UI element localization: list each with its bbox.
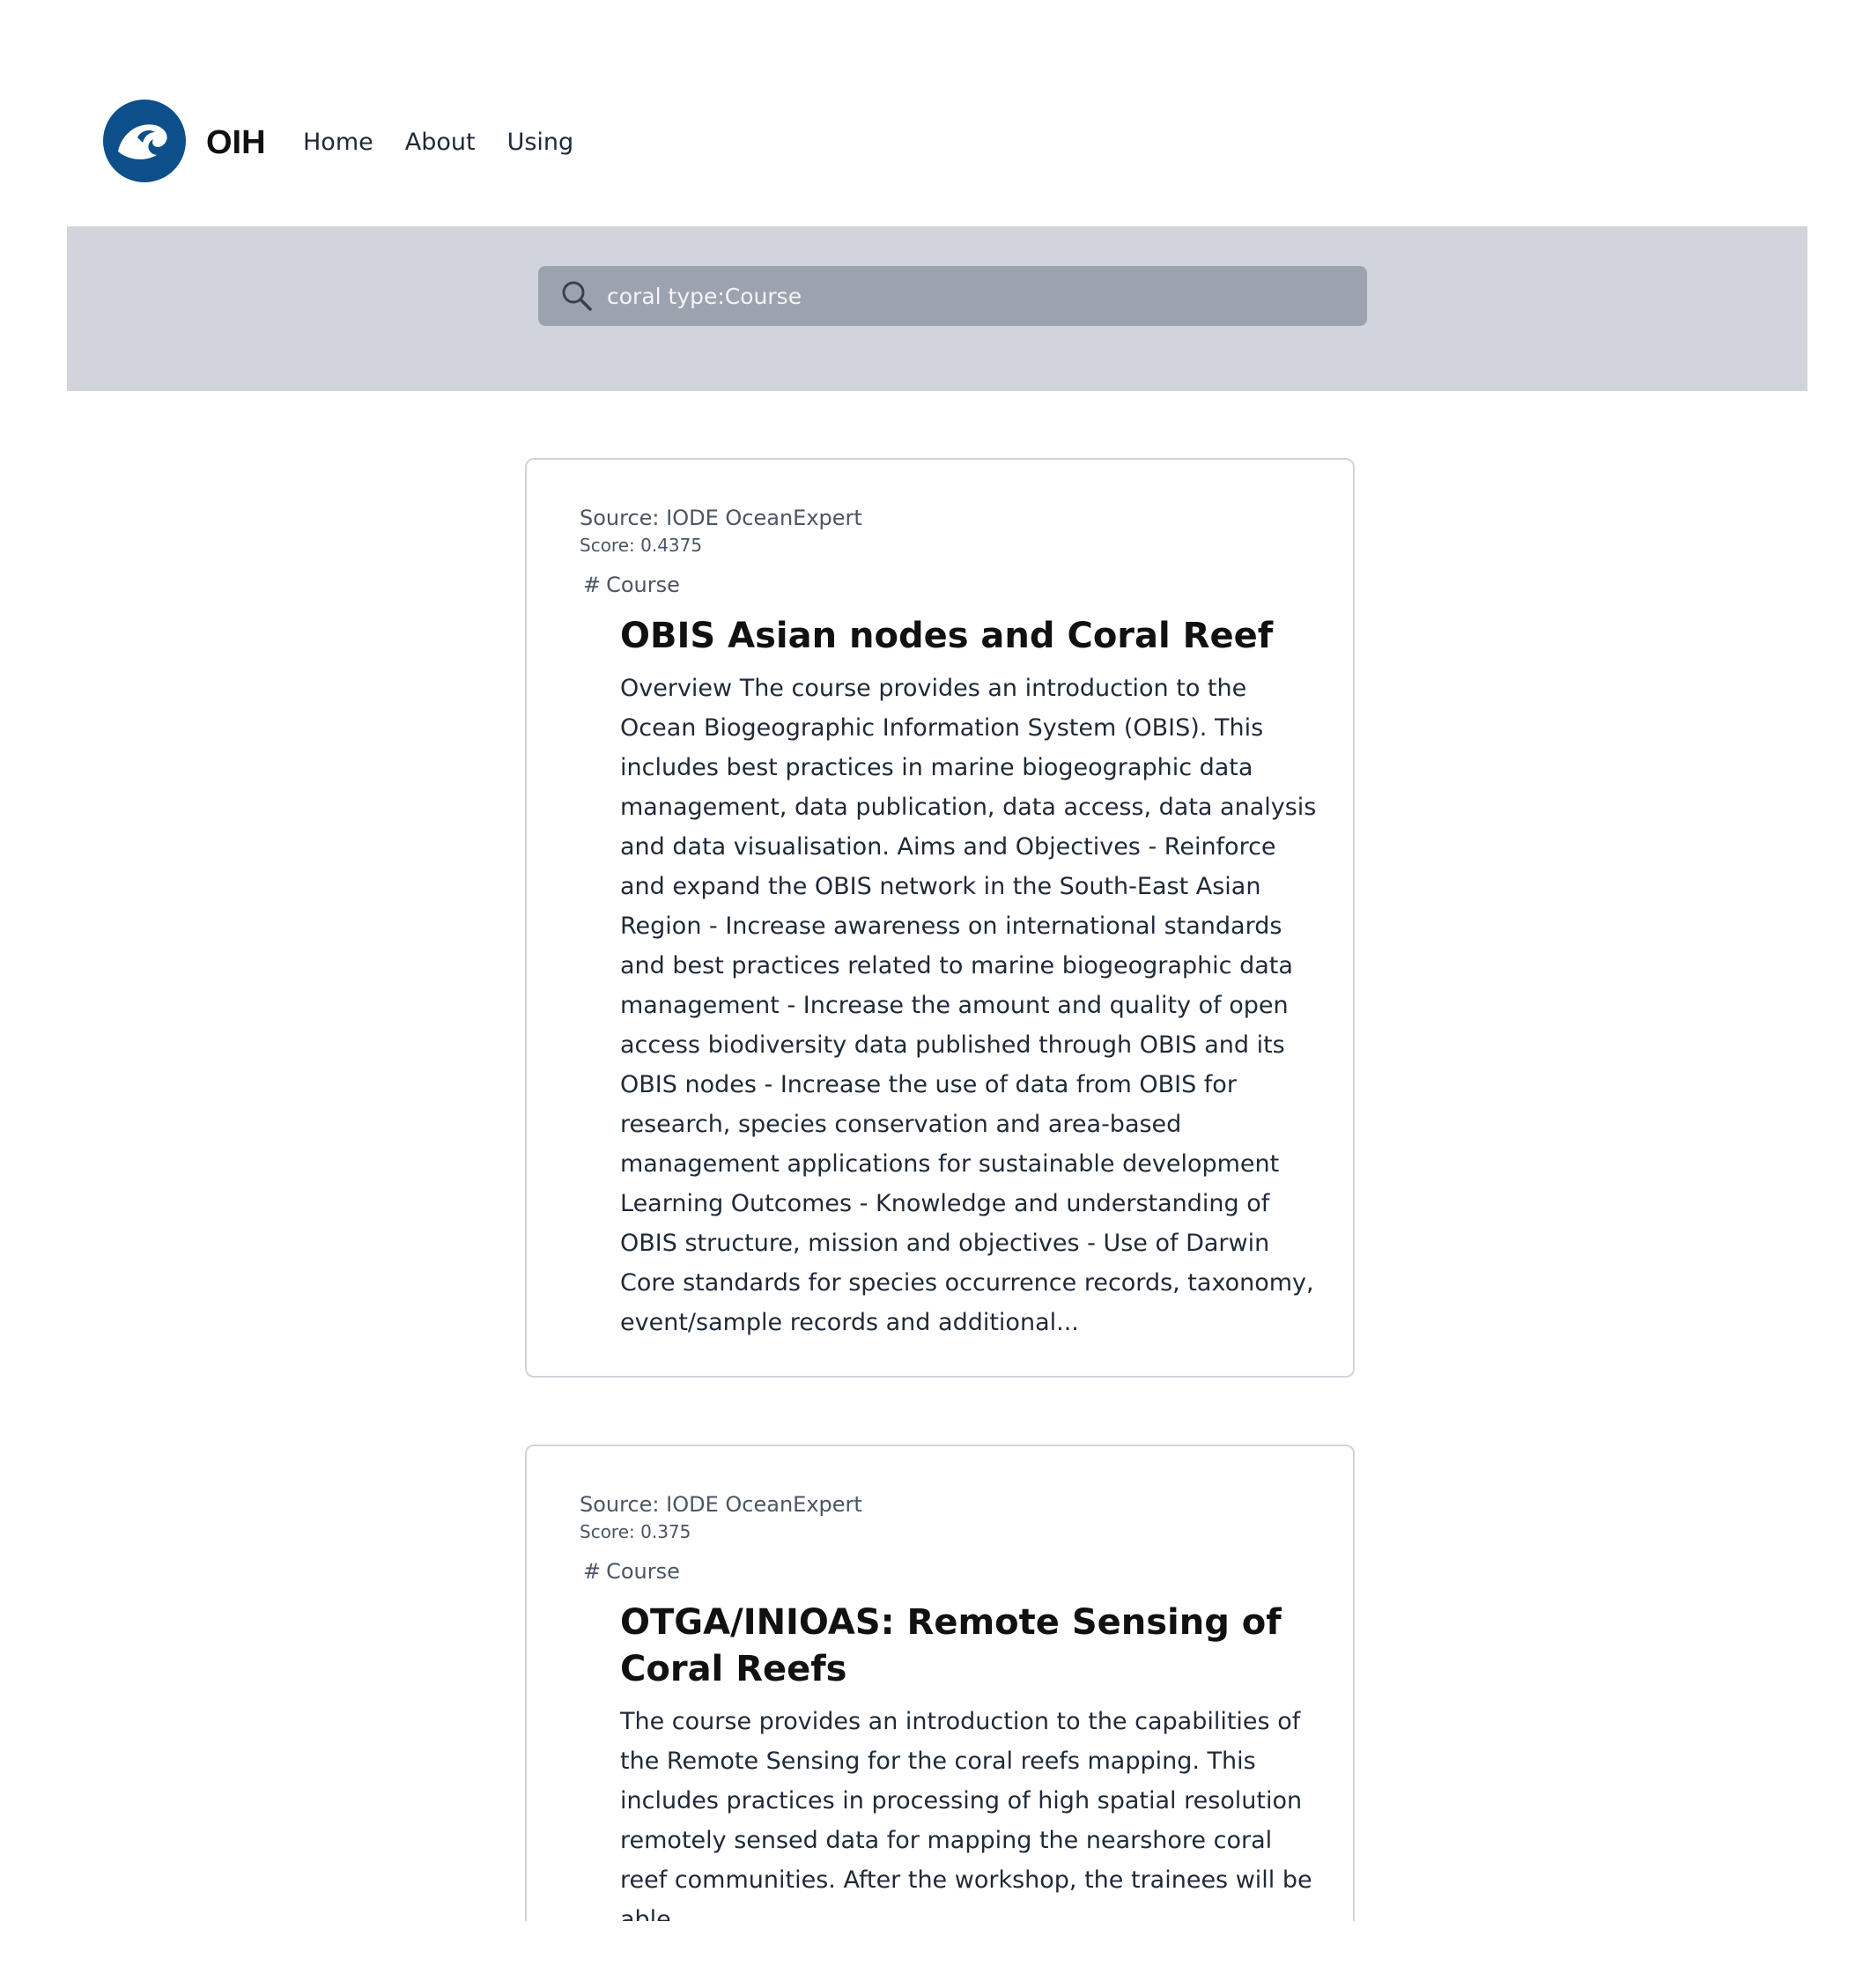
results-list: Source: IODE OceanExpert Score: 0.4375 #… bbox=[525, 458, 1355, 1988]
nav-about-link[interactable]: About bbox=[405, 127, 476, 159]
brand-name[interactable]: OIH bbox=[206, 122, 266, 164]
result-type-label: Course bbox=[606, 1559, 680, 1584]
result-body: OBIS Asian nodes and Coral Reef Overview… bbox=[580, 613, 1323, 1342]
search-band bbox=[67, 226, 1807, 391]
search-icon bbox=[559, 278, 595, 314]
result-source: Source: IODE OceanExpert bbox=[580, 1492, 862, 1517]
result-card[interactable]: Source: IODE OceanExpert Score: 0.375 # C… bbox=[525, 1445, 1355, 1921]
nav-using-link[interactable]: Using bbox=[507, 127, 574, 159]
result-type-label: Course bbox=[606, 573, 680, 597]
nav-home-link[interactable]: Home bbox=[303, 127, 373, 159]
result-body: OTGA/INIOAS: Remote Sensing of Coral Ree… bbox=[580, 1600, 1323, 1921]
site-header: OIH Home About Using bbox=[0, 0, 1870, 226]
hash-icon: # bbox=[583, 1559, 602, 1584]
result-title[interactable]: OTGA/INIOAS: Remote Sensing of Coral Ree… bbox=[620, 1600, 1323, 1693]
result-title[interactable]: OBIS Asian nodes and Coral Reef bbox=[620, 613, 1323, 660]
main-nav: Home About Using bbox=[303, 127, 573, 159]
result-score: Score: 0.375 bbox=[580, 1521, 691, 1542]
search-box[interactable] bbox=[538, 266, 1367, 326]
result-source: Source: IODE OceanExpert bbox=[580, 506, 862, 530]
result-score: Score: 0.4375 bbox=[580, 535, 703, 556]
result-description: The course provides an introduction to t… bbox=[620, 1708, 1312, 1921]
result-description: Overview The course provides an introduc… bbox=[620, 675, 1317, 1336]
search-input[interactable] bbox=[607, 266, 1347, 326]
wave-logo-icon bbox=[103, 100, 186, 182]
oih-logo[interactable] bbox=[102, 99, 187, 183]
result-type-tag: # Course bbox=[583, 1557, 1323, 1585]
result-type-tag: # Course bbox=[583, 571, 1323, 599]
hash-icon: # bbox=[583, 573, 602, 597]
result-card[interactable]: Source: IODE OceanExpert Score: 0.4375 #… bbox=[525, 458, 1355, 1378]
